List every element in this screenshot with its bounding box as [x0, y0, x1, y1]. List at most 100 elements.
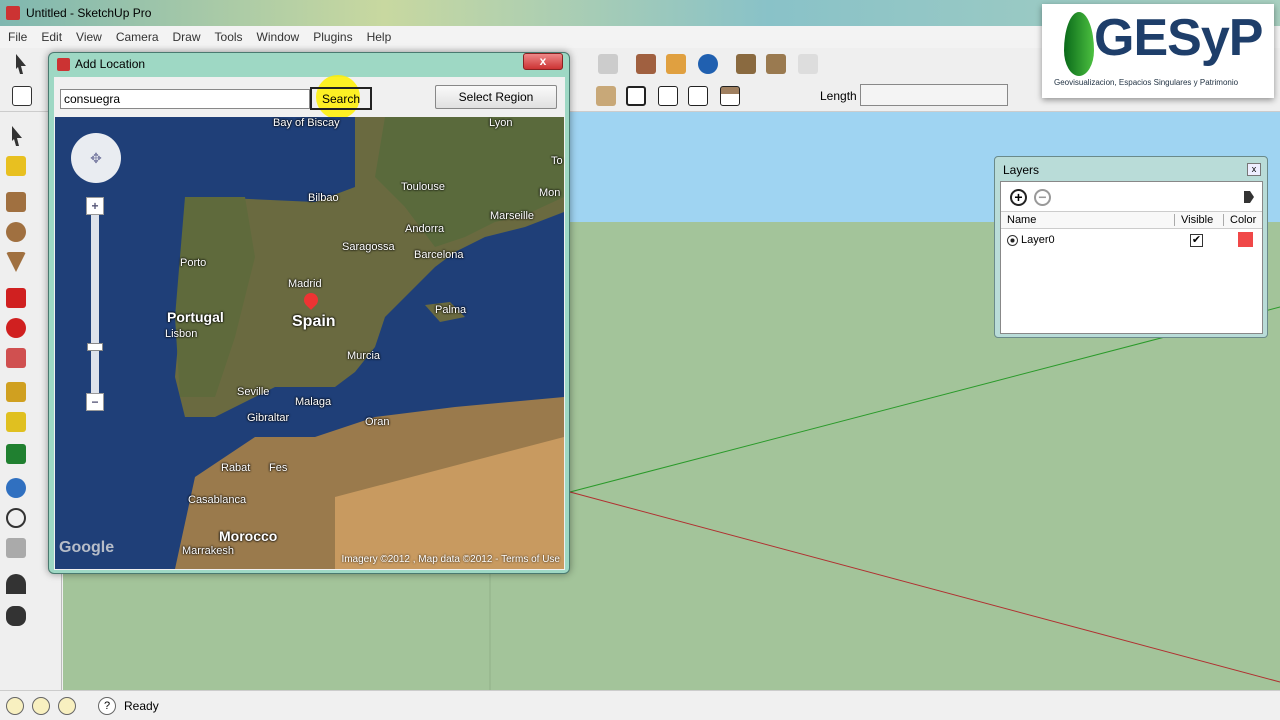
help-icon[interactable]: ? [98, 696, 116, 715]
visible-checkbox[interactable]: ✔ [1190, 234, 1203, 247]
zoom-out-button[interactable]: − [86, 393, 104, 411]
menu-tools[interactable]: Tools [215, 30, 243, 44]
position-camera-icon[interactable] [6, 574, 26, 594]
push-pull-icon[interactable] [6, 252, 26, 272]
zoom-slider[interactable] [91, 197, 99, 407]
close-button[interactable]: x [523, 53, 563, 70]
column-visible[interactable]: Visible [1174, 214, 1213, 226]
dialog-title: Add Location [75, 57, 146, 71]
axes-icon[interactable] [6, 444, 26, 464]
sketchup-icon [6, 6, 20, 20]
select-region-button[interactable]: Select Region [435, 85, 557, 109]
map-label: Marrakesh [182, 545, 234, 557]
pan-control-icon[interactable]: ✥ [71, 133, 121, 183]
wall-icon[interactable] [720, 86, 740, 106]
layer-name: Layer0 [1021, 234, 1055, 246]
map-label: Marseille [490, 210, 535, 222]
walk-icon[interactable] [6, 606, 26, 626]
layer-row[interactable]: Layer0 ✔ [1001, 232, 1262, 250]
toggle-terrain-icon[interactable] [598, 54, 618, 74]
status-bar: ? Ready [0, 690, 1280, 720]
menu-help[interactable]: Help [367, 30, 392, 44]
dialog-body: Search Select Region Bay of Biscay Lyon … [54, 75, 565, 570]
column-color[interactable]: Color [1223, 214, 1256, 226]
map-label: Malaga [295, 396, 332, 408]
column-name[interactable]: Name [1007, 214, 1036, 226]
map-label-country: Morocco [219, 528, 278, 544]
map-label: Lisbon [165, 328, 198, 340]
map-label: Gibraltar [247, 412, 290, 424]
google-earth-icon[interactable] [698, 54, 718, 74]
active-layer-radio[interactable] [1007, 235, 1018, 246]
menu-window[interactable]: Window [257, 30, 300, 44]
share-component-icon[interactable] [798, 54, 818, 74]
select-icon[interactable] [12, 126, 22, 146]
map-label: Toulouse [401, 181, 446, 193]
map-label: Lyon [489, 117, 513, 129]
orbit-icon[interactable] [6, 478, 26, 498]
user-icon[interactable] [58, 696, 76, 715]
map-view[interactable]: Bay of Biscay Lyon To Toulouse Mon Bilba… [55, 117, 564, 569]
map-label-country: Spain [292, 313, 336, 330]
layers-header: Name Visible Color [1001, 211, 1262, 229]
scale-icon[interactable] [6, 348, 26, 368]
details-arrow-icon[interactable] [1244, 191, 1254, 203]
house-outline-icon[interactable] [688, 86, 708, 106]
map-label: Porto [180, 257, 207, 269]
logo-name: GESyP [1094, 9, 1263, 67]
get-models-icon[interactable] [736, 54, 756, 74]
menu-edit[interactable]: Edit [41, 30, 62, 44]
credits-icon[interactable] [32, 696, 50, 715]
move-icon[interactable] [6, 288, 26, 308]
map-label: Fes [269, 462, 288, 474]
window-icon[interactable] [658, 86, 678, 106]
zoom-icon[interactable] [6, 508, 26, 528]
location-search-input[interactable] [60, 89, 310, 109]
tape-measure-icon[interactable] [6, 382, 26, 402]
menu-camera[interactable]: Camera [116, 30, 159, 44]
map-label: Mon [539, 187, 561, 199]
menu-view[interactable]: View [76, 30, 102, 44]
close-icon[interactable]: x [1247, 163, 1261, 176]
search-button[interactable]: Search [310, 87, 372, 110]
add-layer-icon[interactable]: + [1010, 189, 1027, 206]
zoom-extents-icon[interactable] [6, 538, 26, 558]
select-tool-icon[interactable] [16, 54, 26, 74]
dimension-icon[interactable] [6, 412, 26, 432]
door-icon[interactable] [596, 86, 616, 106]
map-label-country: Portugal [167, 309, 224, 325]
zoom-slider-thumb[interactable] [87, 343, 103, 351]
add-location-dialog: Add Location x Search Select Region Bay … [48, 52, 570, 574]
add-placemark-icon[interactable] [666, 54, 686, 74]
rectangle-icon[interactable] [6, 192, 26, 212]
layers-panel: Layers x + − Name Visible Color Layer0 ✔ [994, 156, 1268, 338]
layer-color-swatch[interactable] [1238, 232, 1253, 247]
map-terrain [175, 117, 564, 569]
menu-draw[interactable]: Draw [173, 30, 201, 44]
map-label: Andorra [405, 223, 445, 235]
make-component-icon[interactable] [12, 86, 32, 106]
status-text: Ready [124, 698, 159, 713]
length-label: Length [820, 89, 857, 103]
rotate-icon[interactable] [6, 318, 26, 338]
length-input[interactable] [860, 84, 1008, 106]
leaf-icon [1064, 12, 1094, 76]
house-front-icon[interactable] [626, 86, 646, 106]
logo-subtitle: Geovisualizacion, Espacios Singulares y … [1054, 78, 1239, 87]
menu-plugins[interactable]: Plugins [313, 30, 352, 44]
share-model-icon[interactable] [766, 54, 786, 74]
circle-icon[interactable] [6, 222, 26, 242]
map-label: Bilbao [308, 192, 339, 204]
add-location-icon[interactable] [636, 54, 656, 74]
map-copyright[interactable]: Imagery ©2012 , Map data ©2012 - Terms o… [341, 554, 560, 565]
geo-location-icon[interactable] [6, 696, 24, 715]
layers-list: + − Name Visible Color Layer0 ✔ [1000, 181, 1263, 334]
gesyp-logo: GESyP Geovisualizacion, Espacios Singula… [1042, 4, 1274, 98]
zoom-in-button[interactable]: + [86, 197, 104, 215]
paint-bucket-icon[interactable] [6, 156, 26, 176]
remove-layer-icon[interactable]: − [1034, 189, 1051, 206]
map-label: Casablanca [188, 494, 247, 506]
window-title: Untitled - SketchUp Pro [26, 6, 152, 20]
map-label: Barcelona [414, 249, 464, 261]
menu-file[interactable]: File [8, 30, 27, 44]
